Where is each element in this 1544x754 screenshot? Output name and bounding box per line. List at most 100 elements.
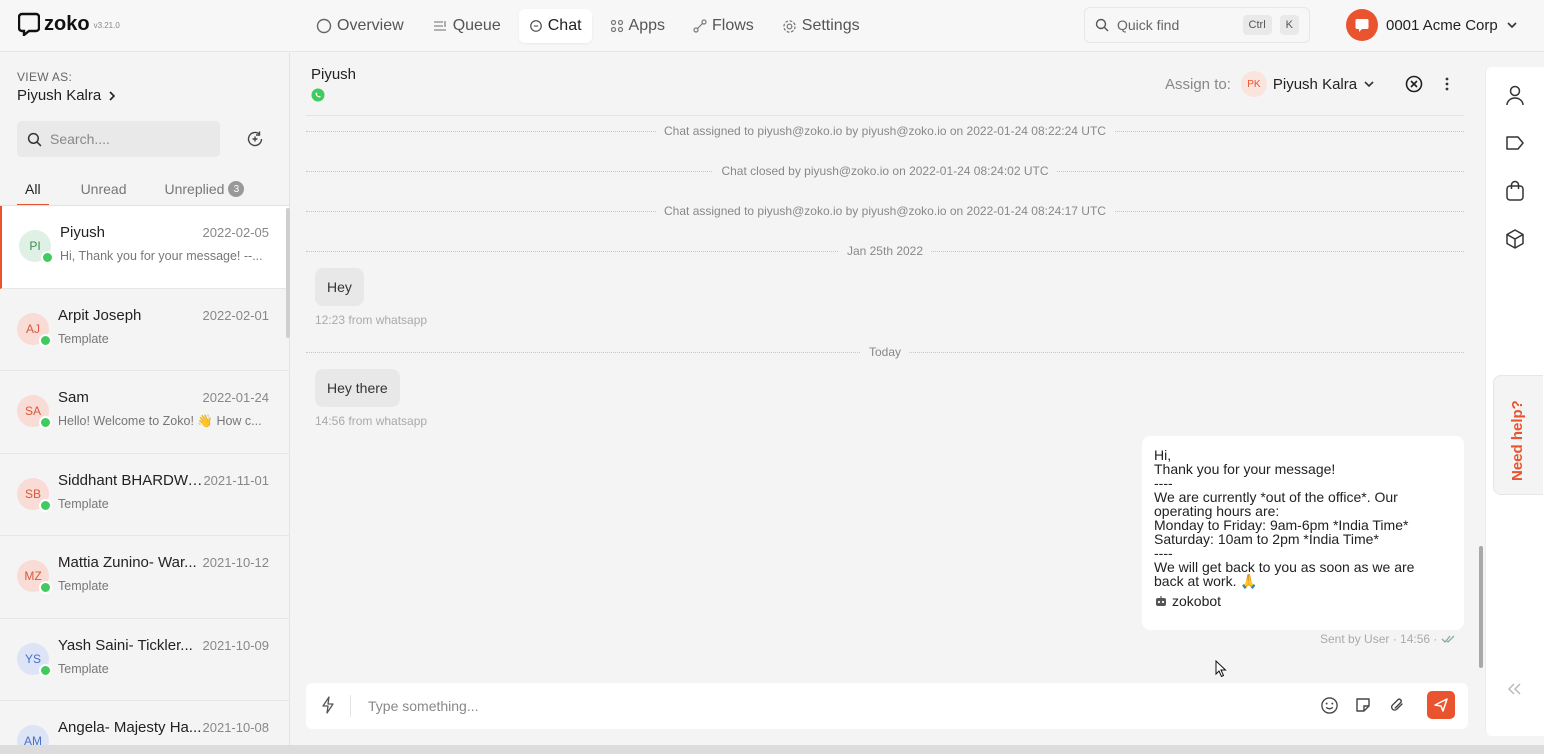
chat-list-item[interactable]: PI Piyush 2022-02-05 Hi, Thank you for y… [0, 206, 289, 289]
more-options-button[interactable] [1441, 75, 1453, 93]
chat-preview: Hi, Thank you for your message! --... [60, 249, 263, 263]
org-name: 0001 Acme Corp [1386, 16, 1498, 34]
nav-flows[interactable]: Flows [683, 9, 764, 43]
system-message: Chat assigned to piyush@zoko.io by piyus… [306, 203, 1464, 219]
top-bar: zoko v3.21.0 Overview Queue Chat Apps Fl… [0, 0, 1544, 52]
need-help-tab[interactable]: Need help? [1493, 375, 1543, 495]
tab-label: Unreplied [164, 181, 225, 197]
nav-chat[interactable]: Chat [518, 9, 592, 43]
chat-date: 2021-10-12 [202, 555, 270, 570]
attach-button[interactable] [1388, 696, 1406, 714]
chat-preview: Template [58, 579, 109, 593]
conversation-panel: Piyush Assign to: PK Piyush Kalra Chat a… [291, 53, 1484, 754]
new-chat-icon [247, 131, 263, 147]
date-separator: Jan 25th 2022 [306, 243, 1464, 259]
chat-preview: Template [58, 496, 109, 511]
nav-apps[interactable]: Apps [600, 9, 675, 43]
queue-icon [433, 21, 446, 31]
assign-label: Assign to: [1165, 75, 1231, 93]
unreplied-count-badge: 3 [228, 181, 245, 197]
chat-list-item[interactable]: YS Yash Saini- Tickler... 2021-10-09 Tem… [0, 619, 289, 701]
tab-all[interactable]: All [17, 177, 49, 206]
quick-find[interactable]: Quick find Ctrl K [1084, 7, 1310, 43]
message-input[interactable] [368, 695, 1268, 717]
emoji-button[interactable] [1320, 696, 1339, 715]
close-chat-button[interactable] [1405, 75, 1423, 93]
incoming-message[interactable]: Hey there [315, 369, 400, 407]
quick-reply-button[interactable] [320, 696, 336, 714]
chat-preview: Hello! Welcome to Zoko! 👋 How c... [58, 414, 262, 428]
conversation-scrollbar[interactable] [1479, 546, 1483, 668]
chat-name: Arpit Joseph [58, 306, 142, 324]
chat-name: Angela- Majesty Ha... [58, 719, 202, 736]
outgoing-message[interactable]: Hi, Thank you for your message! ---- We … [1142, 436, 1464, 630]
shopping-bag-icon [1506, 180, 1524, 201]
message-meta: 12:23 from whatsapp [315, 313, 428, 327]
tags-button[interactable] [1505, 134, 1525, 152]
chat-list-item[interactable]: SB Siddhant BHARDWA... 2021-11-01 Templa… [0, 454, 289, 536]
tab-unread[interactable]: Unread [73, 177, 135, 206]
view-as-label: VIEW AS: [17, 70, 73, 84]
more-vertical-icon [1445, 77, 1449, 91]
new-chat-button[interactable] [236, 121, 274, 157]
incoming-message[interactable]: Hey [315, 268, 364, 306]
contact-name: Piyush [311, 66, 357, 83]
whatsapp-icon [311, 88, 325, 102]
robot-icon [1156, 596, 1166, 606]
tag-icon [1506, 136, 1524, 150]
search-icon [27, 132, 42, 146]
nav-overview[interactable]: Overview [306, 9, 414, 43]
collapse-rail-button[interactable] [1506, 682, 1522, 696]
chat-list-item[interactable]: AJ Arpit Joseph 2022-02-01 Template [0, 289, 289, 371]
chat-search[interactable] [17, 121, 220, 157]
nav-settings[interactable]: Settings [772, 9, 870, 43]
double-check-icon [1441, 635, 1455, 643]
quick-find-placeholder: Quick find [1117, 17, 1180, 33]
message-line: ---- [1154, 475, 1173, 491]
message-line: back at work. 🙏 [1154, 573, 1258, 589]
tab-unreplied[interactable]: Unreplied 3 [156, 177, 252, 206]
cube-icon [1506, 229, 1524, 249]
nav-label: Apps [628, 17, 665, 34]
assign-control: Assign to: PK Piyush Kalra [1165, 71, 1375, 97]
shop-button[interactable] [1505, 180, 1525, 202]
chat-name: Sam [58, 389, 89, 406]
app-name: zoko [44, 13, 90, 35]
avatar-initials: PI [29, 239, 41, 253]
assignee-dropdown[interactable]: PK Piyush Kalra [1240, 71, 1375, 97]
message-line: We will get back to you as soon as we ar… [1154, 559, 1415, 575]
chevron-right-icon [109, 90, 116, 101]
avatar: SB [17, 477, 52, 512]
message-text: Hey [327, 279, 352, 295]
send-button[interactable] [1427, 691, 1455, 719]
message-composer [306, 683, 1468, 729]
whatsapp-icon [39, 581, 52, 594]
org-logo-icon [1355, 19, 1369, 32]
contact-profile-button[interactable] [1505, 84, 1525, 106]
whatsapp-channel-icon [311, 88, 325, 102]
nav-queue[interactable]: Queue [422, 9, 511, 43]
products-button[interactable] [1505, 228, 1525, 250]
system-message: Chat closed by piyush@zoko.io on 2022-01… [306, 163, 1464, 179]
sticker-button[interactable] [1354, 696, 1372, 714]
divider [350, 695, 351, 717]
org-switcher[interactable]: 0001 Acme Corp [1346, 9, 1518, 41]
zoko-logo[interactable]: zoko v3.21.0 [18, 12, 120, 36]
message-line: operating hours are: [1154, 503, 1280, 519]
chevron-down-icon [1507, 22, 1517, 29]
avatar-initials: AJ [25, 321, 40, 336]
avatar-initials: MZ [24, 569, 42, 583]
view-as-user-selector[interactable]: Piyush Kalra [17, 87, 117, 104]
search-input[interactable] [50, 131, 200, 147]
system-message-text: Chat assigned to piyush@zoko.io by piyus… [656, 204, 1114, 218]
chat-list-item[interactable]: MZ Mattia Zunino- War... 2021-10-12 Temp… [0, 536, 289, 619]
assignee-name: Piyush Kalra [1272, 75, 1358, 93]
chat-list-item[interactable]: SA Sam 2022-01-24 Hello! Welcome to Zoko… [0, 371, 289, 454]
date-separator: Today [306, 344, 1464, 360]
chat-date: 2021-10-08 [202, 720, 270, 735]
bot-name: zokobot [1172, 593, 1222, 609]
chat-preview: Template [58, 331, 109, 346]
message-line: Saturday: 10am to 2pm *India Time* [1154, 531, 1379, 547]
nav-label: Chat [547, 17, 582, 34]
chat-list-scrollbar[interactable] [286, 208, 290, 338]
